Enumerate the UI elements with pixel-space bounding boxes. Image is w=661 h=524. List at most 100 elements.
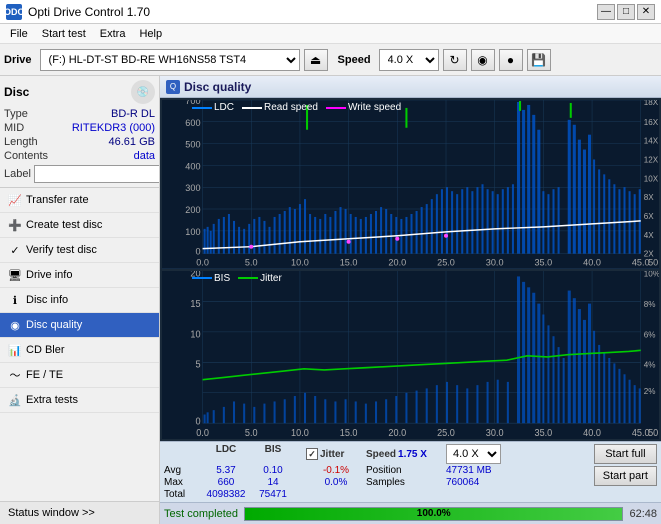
svg-text:20.0: 20.0 [388,427,406,438]
menu-start-test[interactable]: Start test [36,27,92,41]
svg-text:14X: 14X [644,137,659,146]
disc-label-input[interactable] [34,165,160,183]
sidebar-item-transfer-rate[interactable]: 📈 Transfer rate [0,188,159,213]
drive-label: Drive [4,54,32,66]
svg-text:15.0: 15.0 [340,258,358,268]
disc-button[interactable]: ◉ [471,49,495,71]
sidebar-item-cd-bler[interactable]: 📊 CD Bler [0,338,159,363]
main-content: Q Disc quality LDC Read speed [160,76,661,524]
chart-ldc: LDC Read speed Write speed [162,100,659,269]
start-full-button[interactable]: Start full [594,444,657,464]
sidebar-item-verify-test-disc[interactable]: ✓ Verify test disc [0,238,159,263]
svg-text:12X: 12X [644,156,659,165]
menu-help[interactable]: Help [133,27,168,41]
refresh-button[interactable]: ↻ [443,49,467,71]
stat-header-jitter[interactable]: Jitter [320,449,344,460]
charts-area: LDC Read speed Write speed [160,98,661,441]
svg-text:15: 15 [190,298,200,309]
svg-text:50.0: 50.0 [648,427,659,438]
disc-section: Disc 💿 Type BD-R DL MID RITEKDR3 (000) L… [0,76,159,188]
maximize-button[interactable]: □ [617,4,635,20]
svg-text:200: 200 [185,205,200,215]
svg-text:5: 5 [195,359,200,370]
legend-write-speed-label: Write speed [348,102,401,113]
svg-text:10%: 10% [644,271,659,279]
stat-total-bis: 75471 [252,489,294,500]
drive-toolbar: Drive (F:) HL-DT-ST BD-RE WH16NS58 TST4 … [0,44,661,76]
svg-text:15.0: 15.0 [340,427,358,438]
disc-quality-icon: ◉ [8,318,22,332]
sidebar-item-disc-info[interactable]: ℹ Disc info [0,288,159,313]
stat-position-label: Position [366,465,446,476]
sidebar-item-fe-te[interactable]: 〜 FE / TE [0,363,159,388]
disc-type-row: Type BD-R DL [4,108,155,120]
legend-write-speed: Write speed [326,102,401,113]
title-bar-left: ODC Opti Drive Control 1.70 [6,4,150,20]
svg-text:0.0: 0.0 [196,427,209,438]
disc-type-label: Type [4,108,28,120]
panel-header: Q Disc quality [160,76,661,98]
svg-text:400: 400 [185,161,200,171]
menu-file[interactable]: File [4,27,34,41]
speed-label: Speed [338,54,371,66]
svg-text:16X: 16X [644,118,659,127]
svg-text:2%: 2% [644,385,656,395]
minimize-button[interactable]: — [597,4,615,20]
svg-text:500: 500 [185,140,200,150]
svg-text:35.0: 35.0 [534,427,552,438]
sidebar: Disc 💿 Type BD-R DL MID RITEKDR3 (000) L… [0,76,160,524]
burn-button[interactable]: ● [499,49,523,71]
progress-label: 100.0% [245,508,622,520]
chart-ldc-svg: 700 600 500 400 300 200 100 0 18X 16X 14… [162,100,659,269]
sidebar-item-disc-quality[interactable]: ◉ Disc quality [0,313,159,338]
svg-text:300: 300 [185,183,200,193]
cd-bler-icon: 📊 [8,343,22,357]
svg-text:40.0: 40.0 [583,427,601,438]
svg-text:0: 0 [195,247,200,257]
svg-text:8%: 8% [644,298,656,308]
sidebar-item-extra-tests[interactable]: 🔬 Extra tests [0,388,159,413]
speed-select[interactable]: 4.0 X 2.0 X 1.0 X [379,49,439,71]
speed-select-stat[interactable]: 4.0 X2.0 X1.0 X [446,444,501,464]
time-text: 62:48 [629,508,657,520]
menu-extra[interactable]: Extra [94,27,132,41]
svg-text:10.0: 10.0 [291,258,309,268]
svg-text:10: 10 [190,329,200,340]
stat-speed-value: 1.75 X [398,449,427,460]
stat-header-empty2 [294,444,306,464]
sidebar-item-drive-info[interactable]: 🖥 Drive info [0,263,159,288]
stat-position-value: 47731 MB [446,465,526,476]
stat-header-empty [164,444,200,464]
title-bar: ODC Opti Drive Control 1.70 — □ ✕ [0,0,661,24]
stats-bar: LDC BIS ✓ Jitter Speed 1.75 X 4.0 X2.0 X… [160,441,661,502]
svg-text:6%: 6% [644,329,656,339]
disc-contents-label: Contents [4,150,48,162]
disc-length-label: Length [4,136,38,148]
disc-mid-label: MID [4,122,24,134]
svg-text:4%: 4% [644,359,656,369]
save-button[interactable]: 💾 [527,49,551,71]
status-window-label: Status window >> [8,507,95,519]
nav-label-create-test-disc: Create test disc [26,219,102,231]
svg-text:6X: 6X [644,212,655,221]
chart-ldc-legend: LDC Read speed Write speed [192,102,401,113]
legend-ldc-label: LDC [214,102,234,113]
stat-header-speed: Speed [366,449,396,460]
svg-text:0.0: 0.0 [196,258,209,268]
sidebar-item-create-test-disc[interactable]: ➕ Create test disc [0,213,159,238]
stat-avg-bis: 0.10 [252,465,294,476]
stat-max-pct: 0.0% [306,477,366,488]
create-test-disc-icon: ➕ [8,218,22,232]
status-window-button[interactable]: Status window >> [0,501,159,524]
svg-text:20.0: 20.0 [388,258,406,268]
svg-text:45.0: 45.0 [632,258,650,268]
fe-te-icon: 〜 [8,368,22,382]
disc-type-value: BD-R DL [111,108,155,120]
svg-text:10X: 10X [644,174,659,183]
drive-select[interactable]: (F:) HL-DT-ST BD-RE WH16NS58 TST4 [40,49,300,71]
close-button[interactable]: ✕ [637,4,655,20]
start-part-button[interactable]: Start part [594,466,657,486]
main-layout: Disc 💿 Type BD-R DL MID RITEKDR3 (000) L… [0,76,661,524]
eject-button[interactable]: ⏏ [304,49,328,71]
legend-jitter-label: Jitter [260,273,282,284]
